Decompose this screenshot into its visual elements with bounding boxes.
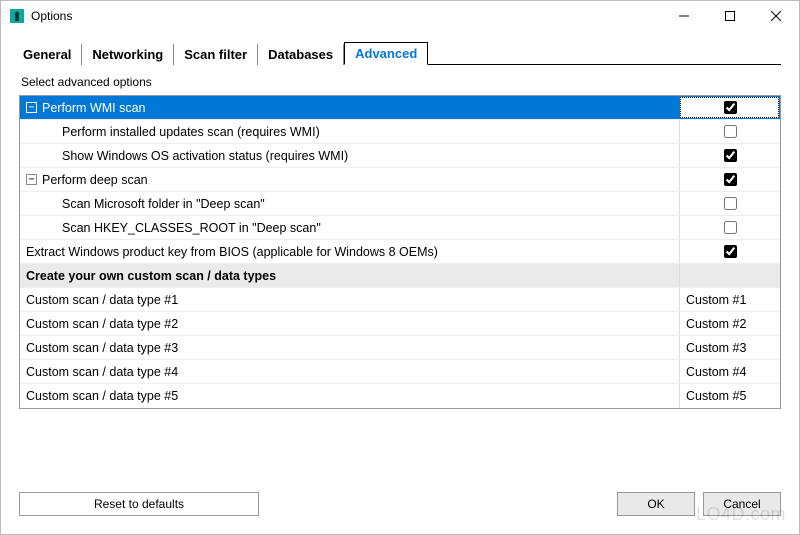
close-button[interactable] [753,1,799,31]
cancel-button[interactable]: Cancel [703,492,781,516]
row-custom-5[interactable]: Custom scan / data type #5 Custom #5 [20,384,780,408]
tab-general[interactable]: General [19,44,82,65]
section-label: Select advanced options [21,75,779,89]
app-icon [9,8,25,24]
row-wmi-scan[interactable]: − Perform WMI scan [20,96,780,120]
row-label: Extract Windows product key from BIOS (a… [26,245,438,259]
checkbox-bios-key[interactable] [724,245,737,258]
row-label: Scan Microsoft folder in "Deep scan" [62,197,265,211]
row-value: Custom #3 [686,341,746,355]
content-area: General Networking Scan filter Databases… [1,31,799,534]
footer: Reset to defaults OK Cancel [19,482,781,524]
row-wmi-activation[interactable]: Show Windows OS activation status (requi… [20,144,780,168]
row-label: Custom scan / data type #5 [26,389,178,403]
ok-button[interactable]: OK [617,492,695,516]
row-label: Perform deep scan [42,173,148,187]
row-deep-msfolder[interactable]: Scan Microsoft folder in "Deep scan" [20,192,780,216]
checkbox-deep-msfolder[interactable] [724,197,737,210]
tab-databases[interactable]: Databases [258,44,344,65]
expander-icon[interactable]: − [26,174,37,185]
checkbox-wmi-scan[interactable] [724,101,737,114]
row-label: Custom scan / data type #1 [26,293,178,307]
row-custom-header: Create your own custom scan / data types [20,264,780,288]
row-label: Custom scan / data type #2 [26,317,178,331]
expander-icon[interactable]: − [26,102,37,113]
checkbox-wmi-updates[interactable] [724,125,737,138]
window-title: Options [31,9,661,23]
row-value: Custom #5 [686,389,746,403]
row-value: Custom #1 [686,293,746,307]
row-deep-hkcr[interactable]: Scan HKEY_CLASSES_ROOT in "Deep scan" [20,216,780,240]
options-window: Options General Networking Scan filter D… [0,0,800,535]
row-custom-3[interactable]: Custom scan / data type #3 Custom #3 [20,336,780,360]
row-wmi-updates[interactable]: Perform installed updates scan (requires… [20,120,780,144]
row-custom-1[interactable]: Custom scan / data type #1 Custom #1 [20,288,780,312]
tab-networking[interactable]: Networking [82,44,174,65]
row-label: Custom scan / data type #3 [26,341,178,355]
row-custom-2[interactable]: Custom scan / data type #2 Custom #2 [20,312,780,336]
checkbox-deep-hkcr[interactable] [724,221,737,234]
row-label: Custom scan / data type #4 [26,365,178,379]
row-label: Perform installed updates scan (requires… [62,125,320,139]
row-bios-key[interactable]: Extract Windows product key from BIOS (a… [20,240,780,264]
tab-advanced[interactable]: Advanced [344,42,428,65]
row-label: Scan HKEY_CLASSES_ROOT in "Deep scan" [62,221,321,235]
tab-strip: General Networking Scan filter Databases… [19,41,781,65]
row-value: Custom #2 [686,317,746,331]
checkbox-deep-scan[interactable] [724,173,737,186]
reset-button[interactable]: Reset to defaults [19,492,259,516]
row-label: Perform WMI scan [42,101,146,115]
options-grid: − Perform WMI scan Perform installed upd… [19,95,781,409]
row-label: Create your own custom scan / data types [26,269,276,283]
row-deep-scan[interactable]: − Perform deep scan [20,168,780,192]
window-controls [661,1,799,31]
row-value: Custom #4 [686,365,746,379]
row-custom-4[interactable]: Custom scan / data type #4 Custom #4 [20,360,780,384]
titlebar: Options [1,1,799,31]
tab-scan-filter[interactable]: Scan filter [174,44,258,65]
checkbox-wmi-activation[interactable] [724,149,737,162]
row-label: Show Windows OS activation status (requi… [62,149,348,163]
minimize-button[interactable] [661,1,707,31]
maximize-button[interactable] [707,1,753,31]
